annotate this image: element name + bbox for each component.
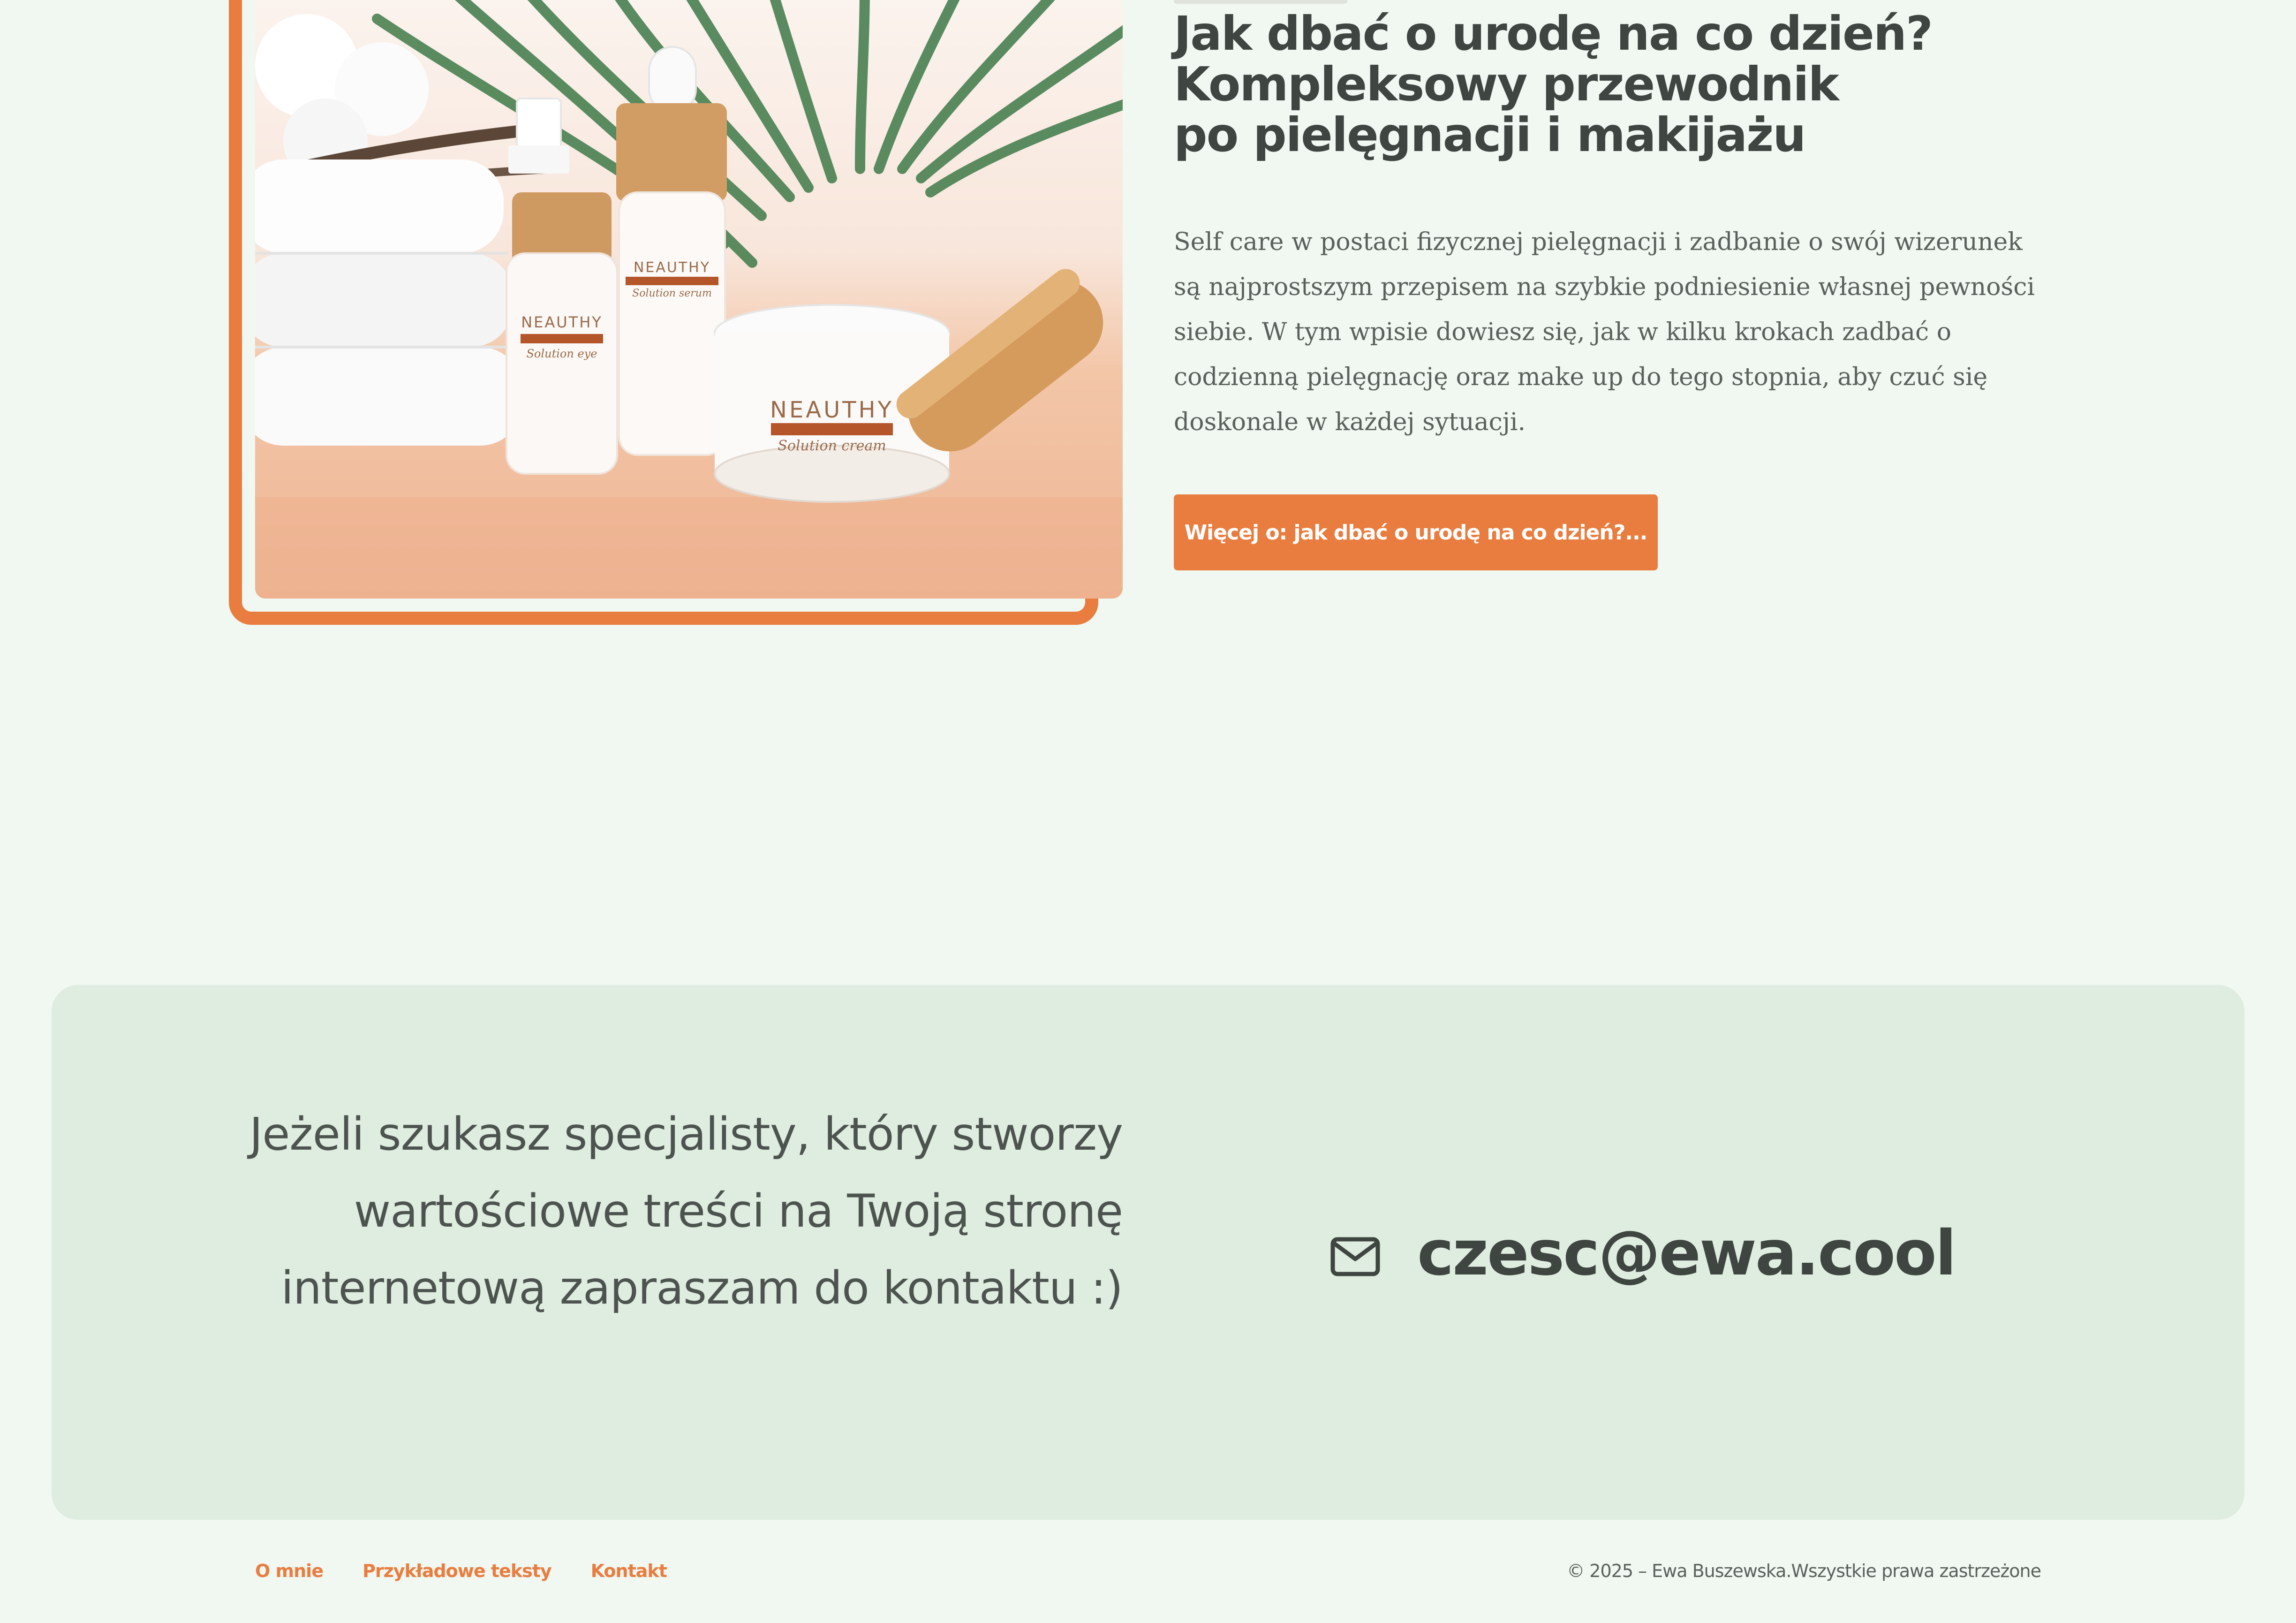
serum-dropper-bottle-shape: NEAUTHY Solution serum: [616, 46, 727, 456]
article-title-line: Kompleksowy przewodnik: [1174, 57, 1839, 112]
footer-link-contact[interactable]: Kontakt: [591, 1557, 667, 1585]
svg-text:Solution cream: Solution cream: [778, 438, 886, 454]
copyright-text: © 2025 – Ewa Buszewska.Wszystkie prawa z…: [1567, 1561, 2041, 1581]
article-image[interactable]: NEAUTHY Solution eye NEAUTHY Solution se…: [255, 0, 1123, 599]
read-more-button[interactable]: Więcej o: jak dbać o urodę na co dzień?.…: [1174, 494, 1658, 570]
svg-text:Solution eye: Solution eye: [527, 347, 597, 360]
article-title[interactable]: Jak dbać o urodę na co dzień? Kompleksow…: [1174, 8, 2065, 160]
article-title-line: Jak dbać o urodę na co dzień?: [1174, 6, 1933, 61]
envelope-icon: [1330, 1237, 1380, 1276]
skincare-products-illustration: NEAUTHY Solution eye NEAUTHY Solution se…: [255, 0, 1123, 599]
category-tag-bar: [1174, 0, 1347, 4]
svg-text:NEAUTHY: NEAUTHY: [634, 259, 710, 276]
footer-link-about[interactable]: O mnie: [255, 1557, 324, 1585]
towel-stack-shape: [255, 159, 522, 446]
svg-text:Solution serum: Solution serum: [632, 288, 712, 299]
svg-text:NEAUTHY: NEAUTHY: [521, 313, 603, 331]
article-title-line: po pielęgnacji i makijażu: [1174, 107, 1806, 162]
footer-link-sample-texts[interactable]: Przykładowe teksty: [363, 1557, 552, 1585]
contact-email-link[interactable]: czesc@ewa.cool: [1417, 1211, 1956, 1296]
footer-nav: O mnie Przykładowe teksty Kontakt: [255, 1557, 667, 1585]
article-excerpt: Self care w postaci fizycznej pielęgnacj…: [1174, 228, 2035, 436]
svg-text:NEAUTHY: NEAUTHY: [770, 397, 894, 423]
contact-invite-text: Jeżeli szukasz specjalisty, który stworz…: [249, 1108, 1123, 1314]
